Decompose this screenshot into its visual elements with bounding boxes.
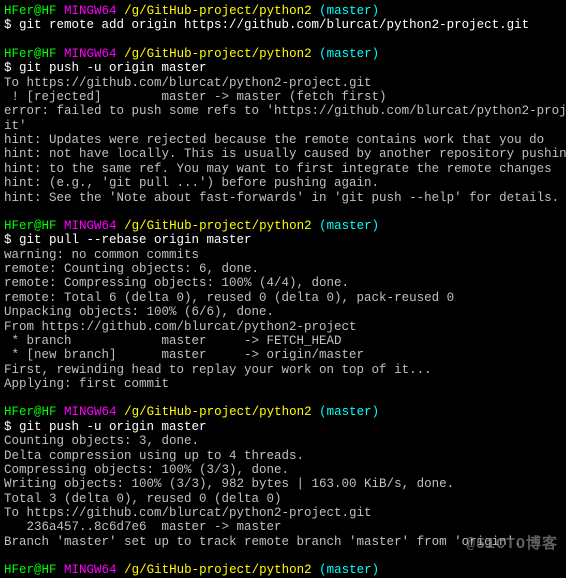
output-line: * [new branch] master -> origin/master [4,348,562,362]
output-line: Unpacking objects: 100% (6/6), done. [4,305,562,319]
command-block: HFer@HF MINGW64 /g/GitHub-project/python… [4,4,562,33]
output-line: Applying: first commit [4,377,562,391]
output-line: hint: (e.g., 'git pull ...') before push… [4,176,562,190]
output-line: error: failed to push some refs to 'http… [4,104,562,118]
prompt-host: MINGW64 [64,4,117,18]
output-line: Writing objects: 100% (3/3), 982 bytes |… [4,477,562,491]
prompt-user: HFer@HF [4,47,57,61]
output-line: ! [rejected] master -> master (fetch fir… [4,90,562,104]
prompt-user: HFer@HF [4,405,57,419]
prompt-user: HFer@HF [4,563,57,577]
output-line: Total 3 (delta 0), reused 0 (delta 0) [4,492,562,506]
command-text: $ git pull --rebase origin master [4,233,562,247]
command-text: $ git push -u origin master [4,61,562,75]
command-text: $ git remote add origin https://github.c… [4,18,562,32]
prompt-path: /g/GitHub-project/python2 [124,219,312,233]
prompt-branch: (master) [319,47,379,61]
output-line: hint: not have locally. This is usually … [4,147,562,161]
output-line: remote: Compressing objects: 100% (4/4),… [4,276,562,290]
output-line: 236a457..8c6d7e6 master -> master [4,520,562,534]
prompt-branch: (master) [319,405,379,419]
output-line: hint: See the 'Note about fast-forwards'… [4,191,562,205]
prompt-branch: (master) [319,4,379,18]
prompt-line: HFer@HF MINGW64 /g/GitHub-project/python… [4,563,562,577]
command-block: HFer@HF MINGW64 /g/GitHub-project/python… [4,47,562,205]
command-text: $ git push -u origin master [4,420,562,434]
command-block: HFer@HF MINGW64 /g/GitHub-project/python… [4,405,562,549]
prompt-path: /g/GitHub-project/python2 [124,47,312,61]
output-line: Delta compression using up to 4 threads. [4,449,562,463]
watermark-text: @51CTO博客 [466,536,558,553]
prompt-line: HFer@HF MINGW64 /g/GitHub-project/python… [4,4,562,18]
prompt-host: MINGW64 [64,405,117,419]
output-line: hint: Updates were rejected because the … [4,133,562,147]
prompt-path: /g/GitHub-project/python2 [124,4,312,18]
output-line: From https://github.com/blurcat/python2-… [4,320,562,334]
prompt-user: HFer@HF [4,219,57,233]
output-line: Counting objects: 3, done. [4,434,562,448]
output-line: it' [4,119,562,133]
command-block: HFer@HF MINGW64 /g/GitHub-project/python… [4,563,562,577]
output-line: Compressing objects: 100% (3/3), done. [4,463,562,477]
prompt-line: HFer@HF MINGW64 /g/GitHub-project/python… [4,405,562,419]
output-line: To https://github.com/blurcat/python2-pr… [4,76,562,90]
output-line: warning: no common commits [4,248,562,262]
output-line: * branch master -> FETCH_HEAD [4,334,562,348]
output-line: hint: to the same ref. You may want to f… [4,162,562,176]
command-block: HFer@HF MINGW64 /g/GitHub-project/python… [4,219,562,392]
prompt-path: /g/GitHub-project/python2 [124,563,312,577]
prompt-user: HFer@HF [4,4,57,18]
prompt-host: MINGW64 [64,563,117,577]
prompt-branch: (master) [319,219,379,233]
prompt-host: MINGW64 [64,219,117,233]
prompt-host: MINGW64 [64,47,117,61]
output-line: remote: Counting objects: 6, done. [4,262,562,276]
output-line: remote: Total 6 (delta 0), reused 0 (del… [4,291,562,305]
terminal-content[interactable]: HFer@HF MINGW64 /g/GitHub-project/python… [4,4,562,578]
prompt-line: HFer@HF MINGW64 /g/GitHub-project/python… [4,219,562,233]
prompt-branch: (master) [319,563,379,577]
output-line: First, rewinding head to replay your wor… [4,363,562,377]
prompt-path: /g/GitHub-project/python2 [124,405,312,419]
prompt-line: HFer@HF MINGW64 /g/GitHub-project/python… [4,47,562,61]
output-line: To https://github.com/blurcat/python2-pr… [4,506,562,520]
